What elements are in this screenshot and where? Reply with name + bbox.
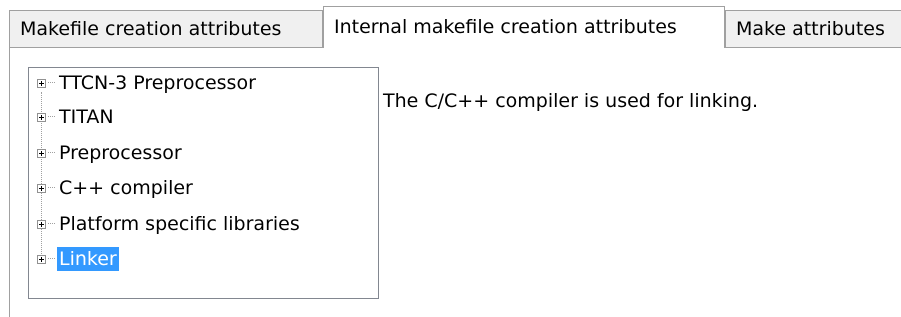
tree-item-cpp-compiler[interactable]: C++ compiler xyxy=(37,175,195,201)
tree-item-titan[interactable]: TITAN xyxy=(37,104,116,130)
tree-item-linker[interactable]: Linker xyxy=(37,246,119,272)
expand-icon[interactable] xyxy=(37,148,46,158)
tree-item-label: C++ compiler xyxy=(59,177,193,199)
tab-panel: TTCN-3 Preprocessor TITAN Preprocessor C… xyxy=(9,47,901,317)
tab-make-attributes[interactable]: Make attributes xyxy=(725,10,901,48)
attributes-tree[interactable]: TTCN-3 Preprocessor TITAN Preprocessor C… xyxy=(28,67,379,299)
tree-connector xyxy=(48,82,55,84)
tree-item-preprocessor[interactable]: Preprocessor xyxy=(37,140,184,166)
tree-item-label: TTCN-3 Preprocessor xyxy=(59,72,256,94)
tree-item-label: Preprocessor xyxy=(59,142,182,164)
tree-connector xyxy=(48,258,55,260)
tree-item-ttcn3-preprocessor[interactable]: TTCN-3 Preprocessor xyxy=(37,70,258,96)
expand-icon[interactable] xyxy=(37,112,46,122)
tab-label: Internal makefile creation attributes xyxy=(334,16,677,38)
tab-internal-makefile-creation-attributes[interactable]: Internal makefile creation attributes xyxy=(323,6,725,48)
tree-item-platform-specific-libraries[interactable]: Platform specific libraries xyxy=(37,211,302,237)
tab-label: Make attributes xyxy=(736,18,885,40)
tab-bar: Makefile creation attributes Internal ma… xyxy=(0,0,901,48)
tab-makefile-creation-attributes[interactable]: Makefile creation attributes xyxy=(9,10,323,48)
tree-connector xyxy=(48,152,55,154)
expand-icon[interactable] xyxy=(37,254,46,264)
expand-icon[interactable] xyxy=(37,219,46,229)
tab-label: Makefile creation attributes xyxy=(20,18,282,40)
expand-icon[interactable] xyxy=(37,78,46,88)
tree-connector xyxy=(48,223,55,225)
tree-connector xyxy=(48,116,55,118)
expand-icon[interactable] xyxy=(37,183,46,193)
tree-item-label: Platform specific libraries xyxy=(59,213,300,235)
linker-description: The C/C++ compiler is used for linking. xyxy=(383,90,759,112)
tree-connector xyxy=(48,187,55,189)
tree-item-label: Linker xyxy=(57,247,119,271)
tree-item-label: TITAN xyxy=(59,106,114,128)
